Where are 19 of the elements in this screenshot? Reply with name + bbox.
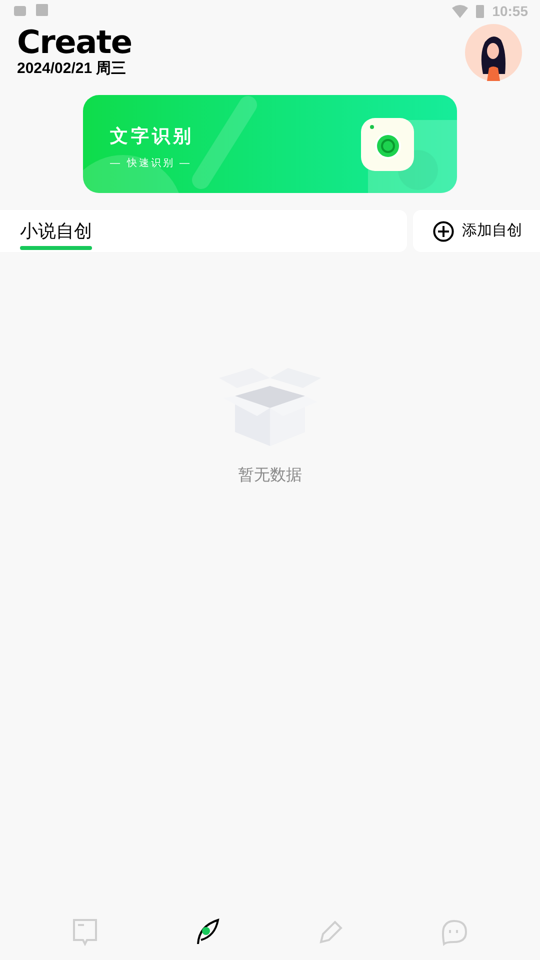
camera-icon — [360, 117, 415, 172]
tab-indicator — [20, 246, 92, 250]
battery-icon — [476, 4, 484, 18]
add-button[interactable]: 添加自创 — [413, 210, 540, 252]
book-icon — [72, 918, 98, 946]
clock-time: 10:55 — [492, 2, 528, 20]
empty-box-icon — [219, 368, 321, 448]
empty-message: 暂无数据 — [238, 466, 302, 486]
add-icon — [433, 220, 454, 242]
feather-icon — [194, 918, 221, 946]
tab[interactable]: 小说自创 — [20, 210, 92, 252]
banner-subtitle: — 快速识别 — — [110, 156, 193, 171]
bot-icon — [440, 918, 468, 946]
wifi-icon — [452, 4, 468, 18]
date-text: 2024/02/21 周三 — [17, 60, 128, 78]
avatar[interactable] — [465, 24, 522, 81]
banner-title: 文字识别 — [110, 125, 194, 148]
pen-icon — [317, 918, 344, 946]
page-title: Create — [17, 24, 132, 60]
